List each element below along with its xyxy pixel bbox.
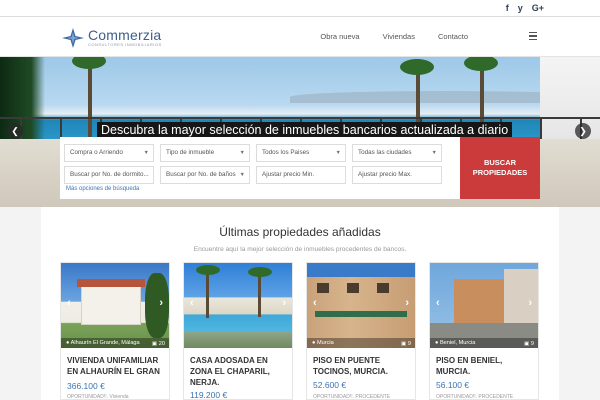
cities-select-value: Todas las ciudades <box>358 149 412 156</box>
property-type-select-value: Tipo de inmueble <box>166 149 215 156</box>
section-title: Últimas propiedades añadidas <box>219 225 381 239</box>
property-photo[interactable]: ‹ › ● Murcia ▣ 9 <box>307 263 415 348</box>
social-links: f y G+ <box>506 3 544 13</box>
property-price: 119.200 € <box>190 390 228 400</box>
camera-icon: ▣ <box>401 341 408 347</box>
menu-icon[interactable] <box>529 32 537 41</box>
bedrooms-select[interactable]: Buscar por No. de dormito... <box>64 166 154 184</box>
camera-icon: ▣ <box>151 341 159 347</box>
property-title[interactable]: PISO EN PUENTE TOCINOS, MURCIA. <box>313 355 413 377</box>
nav-obra-nueva[interactable]: Obra nueva <box>320 32 359 41</box>
site-header: Commerzia CONSULTORES INMOBILIARIOS Obra… <box>0 17 600 57</box>
property-card[interactable]: ‹ › ● Beniel, Murcia ▣ 9 PISO EN BENIEL,… <box>429 262 539 400</box>
photo-next-icon[interactable]: › <box>282 297 286 309</box>
photo-count: ▣ 20 <box>151 341 165 347</box>
photo-next-icon[interactable]: › <box>405 297 409 309</box>
photo-prev-icon[interactable]: ‹ <box>313 297 317 309</box>
property-price: 366.100 € <box>67 381 105 391</box>
photo-location: ● Beniel, Murcia <box>430 338 538 348</box>
twitter-icon[interactable]: y <box>518 3 523 13</box>
property-tag: OPORTUNIDAD!!. Vivienda <box>67 394 129 400</box>
property-card[interactable]: ‹ › ● Alhaurín El Grande, Málaga ▣ 20 VI… <box>60 262 170 400</box>
property-photo[interactable]: ‹ › <box>184 263 292 348</box>
more-search-options-link[interactable]: Más opciones de búsqueda <box>66 186 139 192</box>
logo-name: Commerzia <box>88 27 162 43</box>
property-title[interactable]: CASA ADOSADA EN ZONA EL CHAPARIL, NERJA. <box>190 355 290 388</box>
chevron-down-icon: ▼ <box>335 150 341 156</box>
bedrooms-select-value: Buscar por No. de dormito... <box>70 171 149 178</box>
countries-select-value: Todos los Paises <box>262 149 310 156</box>
photo-prev-icon[interactable]: ‹ <box>190 297 194 309</box>
palm-frond <box>464 57 498 71</box>
operation-select-value: Compra o Arriendo <box>70 149 123 156</box>
property-title[interactable]: PISO EN BENIEL, MURCIA. <box>436 355 536 377</box>
property-type-select[interactable]: Tipo de inmueble ▼ <box>160 144 250 162</box>
chevron-down-icon: ▼ <box>239 150 245 156</box>
property-card[interactable]: ‹ › ● Murcia ▣ 9 PISO EN PUENTE TOCINOS,… <box>306 262 416 400</box>
nav-viviendas[interactable]: Viviendas <box>383 32 415 41</box>
price-max-select[interactable]: Ajustar precio Max. <box>352 166 442 184</box>
countries-select[interactable]: Todos los Paises ▼ <box>256 144 346 162</box>
photo-next-icon[interactable]: › <box>528 297 532 309</box>
bathrooms-select-value: Buscar por No. de baños <box>166 171 236 178</box>
property-tag: OPORTUNIDAD!!. PROCEDENTE <box>436 394 514 400</box>
photo-prev-icon[interactable]: ‹ <box>436 297 440 309</box>
logo-tagline: CONSULTORES INMOBILIARIOS <box>88 42 162 47</box>
chevron-down-icon: ▼ <box>431 150 437 156</box>
property-photo[interactable]: ‹ › ● Alhaurín El Grande, Málaga ▣ 20 <box>61 263 169 348</box>
price-max-select-value: Ajustar precio Max. <box>358 171 412 178</box>
hero-next-arrow-icon[interactable]: ❯ <box>575 123 591 139</box>
google-plus-icon[interactable]: G+ <box>532 3 544 13</box>
photo-count: ▣ 9 <box>401 341 411 347</box>
chevron-down-icon: ▼ <box>239 172 245 178</box>
photo-count: ▣ 9 <box>524 341 534 347</box>
section-subtitle: Encuentre aquí la mejor selección de inm… <box>193 246 407 253</box>
search-button-label: BUSCAR PROPIEDADES <box>472 158 528 177</box>
search-properties-button[interactable]: BUSCAR PROPIEDADES <box>460 137 540 199</box>
main-nav: Obra nueva Viviendas Contacto <box>320 32 468 41</box>
property-title[interactable]: VIVIENDA UNIFAMILIAR EN ALHAURÍN EL GRAN <box>67 355 167 377</box>
operation-select[interactable]: Compra o Arriendo ▼ <box>64 144 154 162</box>
palm-frond <box>72 57 106 69</box>
photo-location: ● Murcia <box>307 338 415 348</box>
bathrooms-select[interactable]: Buscar por No. de baños ▼ <box>160 166 250 184</box>
property-photo[interactable]: ‹ › ● Beniel, Murcia ▣ 9 <box>430 263 538 348</box>
palm-frond <box>400 59 434 75</box>
property-card[interactable]: ‹ › CASA ADOSADA EN ZONA EL CHAPARIL, NE… <box>183 262 293 400</box>
camera-icon: ▣ <box>524 341 531 347</box>
logo-star-icon <box>62 28 84 48</box>
hero-prev-arrow-icon[interactable]: ❮ <box>7 123 23 139</box>
property-tag: OPORTUNIDAD!!. PROCEDENTE <box>313 394 391 400</box>
photo-next-icon[interactable]: › <box>159 297 163 309</box>
photo-prev-icon[interactable]: ‹ <box>67 297 71 309</box>
cities-select[interactable]: Todas las ciudades ▼ <box>352 144 442 162</box>
search-panel: Compra o Arriendo ▼ Tipo de inmueble ▼ T… <box>60 137 460 199</box>
logo[interactable]: Commerzia CONSULTORES INMOBILIARIOS <box>62 27 172 49</box>
property-price: 56.100 € <box>436 380 470 390</box>
price-min-select[interactable]: Ajustar precio Min. <box>256 166 346 184</box>
facebook-icon[interactable]: f <box>506 3 509 13</box>
price-min-select-value: Ajustar precio Min. <box>262 171 315 178</box>
top-bar: f y G+ <box>0 0 600 17</box>
hero-title: Descubra la mayor selección de inmuebles… <box>97 122 513 138</box>
nav-contacto[interactable]: Contacto <box>438 32 468 41</box>
property-price: 52.600 € <box>313 380 347 390</box>
chevron-down-icon: ▼ <box>143 150 149 156</box>
